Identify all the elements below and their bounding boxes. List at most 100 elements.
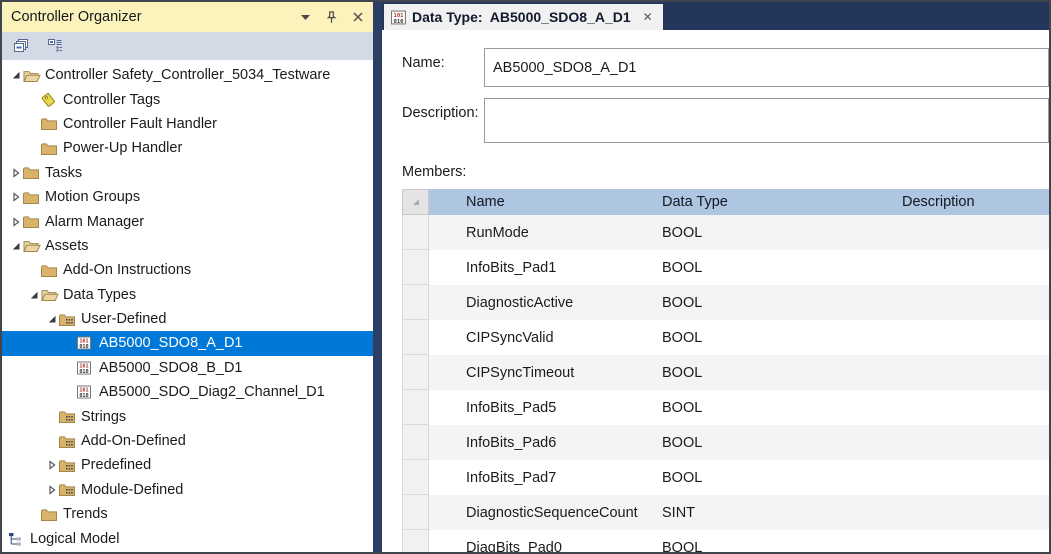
tree-item-power-up-handler[interactable]: Power-Up Handler xyxy=(2,136,373,160)
collapsed-arrow-icon[interactable] xyxy=(8,168,23,178)
tree-item-data-types[interactable]: Data Types xyxy=(2,283,373,307)
tree-item-predefined[interactable]: Predefined xyxy=(2,453,373,477)
panel-title-bar: Controller Organizer xyxy=(2,2,373,32)
tree-item-label: Add-On-Defined xyxy=(81,433,186,449)
folder-icon xyxy=(23,189,43,205)
member-name-cell[interactable]: CIPSyncTimeout xyxy=(429,355,654,390)
display-options-icon[interactable] xyxy=(44,35,66,57)
member-type-cell[interactable]: BOOL xyxy=(654,390,894,425)
select-all-corner[interactable] xyxy=(402,189,429,215)
member-type-cell[interactable]: BOOL xyxy=(654,250,894,285)
tree-item-ab5000-sdo-diag2-channel-d1[interactable]: 101010AB5000_SDO_Diag2_Channel_D1 xyxy=(2,380,373,404)
expanded-arrow-icon[interactable] xyxy=(8,241,23,251)
tab-close-icon[interactable]: ✕ xyxy=(643,10,653,24)
tree-item-controller-fault-handler[interactable]: Controller Fault Handler xyxy=(2,112,373,136)
member-row-diagbits-pad0: DiagBits_Pad0BOOL xyxy=(402,530,1049,552)
tree-item-user-defined[interactable]: User-Defined xyxy=(2,307,373,331)
svg-text:010: 010 xyxy=(393,18,404,24)
member-name-cell[interactable]: CIPSyncValid xyxy=(429,320,654,355)
column-header-data-type: Data Type xyxy=(654,189,894,215)
member-type-cell[interactable]: SINT xyxy=(654,495,894,530)
row-selector[interactable] xyxy=(402,320,429,355)
member-type-cell[interactable]: BOOL xyxy=(654,460,894,495)
tree-item-motion-groups[interactable]: Motion Groups xyxy=(2,185,373,209)
member-row-runmode: RunModeBOOL xyxy=(402,215,1049,250)
member-name-cell[interactable]: InfoBits_Pad5 xyxy=(429,390,654,425)
collapsed-arrow-icon[interactable] xyxy=(8,217,23,227)
expanded-arrow-icon[interactable] xyxy=(8,70,23,80)
collapsed-arrow-icon[interactable] xyxy=(44,485,59,495)
tree-item-controller-tags[interactable]: Controller Tags xyxy=(2,87,373,111)
expanded-arrow-icon[interactable] xyxy=(26,290,41,300)
row-selector[interactable] xyxy=(402,530,429,552)
tree-item-controller-safety-controller-5034-testware[interactable]: Controller Safety_Controller_5034_Testwa… xyxy=(2,63,373,87)
collapsed-arrow-icon[interactable] xyxy=(44,460,59,470)
tree-item-module-defined[interactable]: Module-Defined xyxy=(2,478,373,502)
tree-item-add-on-instructions[interactable]: Add-On Instructions xyxy=(2,258,373,282)
tree-item-label: Module-Defined xyxy=(81,482,183,498)
tree-item-label: Controller Tags xyxy=(63,92,160,108)
description-input[interactable] xyxy=(484,98,1049,143)
pin-icon[interactable] xyxy=(326,11,337,24)
member-desc-cell[interactable] xyxy=(894,530,1049,552)
row-selector[interactable] xyxy=(402,215,429,250)
tree-item-add-on-defined[interactable]: Add-On-Defined xyxy=(2,429,373,453)
row-selector[interactable] xyxy=(402,425,429,460)
member-type-cell[interactable]: BOOL xyxy=(654,530,894,552)
row-selector[interactable] xyxy=(402,390,429,425)
tree-item-label: AB5000_SDO8_B_D1 xyxy=(99,360,243,376)
member-name-cell[interactable]: RunMode xyxy=(429,215,654,250)
tree-item-assets[interactable]: Assets xyxy=(2,234,373,258)
member-type-cell[interactable]: BOOL xyxy=(654,355,894,390)
tree-item-label: Logical Model xyxy=(30,531,119,547)
expanded-arrow-icon[interactable] xyxy=(44,314,59,324)
row-selector[interactable] xyxy=(402,250,429,285)
close-icon[interactable] xyxy=(353,12,363,22)
member-desc-cell[interactable] xyxy=(894,250,1049,285)
row-selector[interactable] xyxy=(402,495,429,530)
member-type-cell[interactable]: BOOL xyxy=(654,425,894,460)
tree-item-alarm-manager[interactable]: Alarm Manager xyxy=(2,209,373,233)
tree-item-label: Assets xyxy=(45,238,89,254)
panel-splitter[interactable] xyxy=(373,2,382,552)
member-type-cell[interactable]: BOOL xyxy=(654,215,894,250)
tree-item-ab5000-sdo8-b-d1[interactable]: 101010AB5000_SDO8_B_D1 xyxy=(2,356,373,380)
member-name-cell[interactable]: DiagBits_Pad0 xyxy=(429,530,654,552)
row-selector[interactable] xyxy=(402,460,429,495)
tree-item-ab5000-sdo8-a-d1[interactable]: 101010AB5000_SDO8_A_D1 xyxy=(2,331,373,355)
member-type-cell[interactable]: BOOL xyxy=(654,285,894,320)
member-name-cell[interactable]: InfoBits_Pad6 xyxy=(429,425,654,460)
row-selector[interactable] xyxy=(402,285,429,320)
tree-item-trends[interactable]: Trends xyxy=(2,502,373,526)
member-name-cell[interactable]: DiagnosticActive xyxy=(429,285,654,320)
tab-datatype[interactable]: 101010 Data Type: AB5000_SDO8_A_D1 ✕ xyxy=(384,4,663,30)
member-row-infobits-pad7: InfoBits_Pad7BOOL xyxy=(402,460,1049,495)
member-desc-cell[interactable] xyxy=(894,355,1049,390)
member-desc-cell[interactable] xyxy=(894,285,1049,320)
row-selector[interactable] xyxy=(402,355,429,390)
member-row-diagnosticsequencecount: DiagnosticSequenceCountSINT xyxy=(402,495,1049,530)
member-name-cell[interactable]: InfoBits_Pad7 xyxy=(429,460,654,495)
member-name-cell[interactable]: InfoBits_Pad1 xyxy=(429,250,654,285)
name-input[interactable] xyxy=(484,48,1049,87)
member-type-cell[interactable]: BOOL xyxy=(654,320,894,355)
tree-item-tasks[interactable]: Tasks xyxy=(2,161,373,185)
member-desc-cell[interactable] xyxy=(894,460,1049,495)
folder-open-icon xyxy=(23,67,43,83)
tree-item-strings[interactable]: Strings xyxy=(2,404,373,428)
tree-item-label: Controller Fault Handler xyxy=(63,116,217,132)
member-name-cell[interactable]: DiagnosticSequenceCount xyxy=(429,495,654,530)
window-position-chevron-icon[interactable] xyxy=(301,15,310,20)
collapsed-arrow-icon[interactable] xyxy=(8,192,23,202)
column-header-name: Name xyxy=(429,189,654,215)
member-desc-cell[interactable] xyxy=(894,215,1049,250)
tree-item-logical-model[interactable]: Logical Model xyxy=(2,526,373,550)
member-desc-cell[interactable] xyxy=(894,320,1049,355)
members-table-header: Name Data Type Description xyxy=(402,189,1049,215)
document-tab-bar: 101010 Data Type: AB5000_SDO8_A_D1 ✕ xyxy=(382,2,1049,30)
member-desc-cell[interactable] xyxy=(894,390,1049,425)
member-desc-cell[interactable] xyxy=(894,425,1049,460)
member-row-diagnosticactive: DiagnosticActiveBOOL xyxy=(402,285,1049,320)
collapse-all-icon[interactable] xyxy=(10,35,32,57)
member-desc-cell[interactable] xyxy=(894,495,1049,530)
